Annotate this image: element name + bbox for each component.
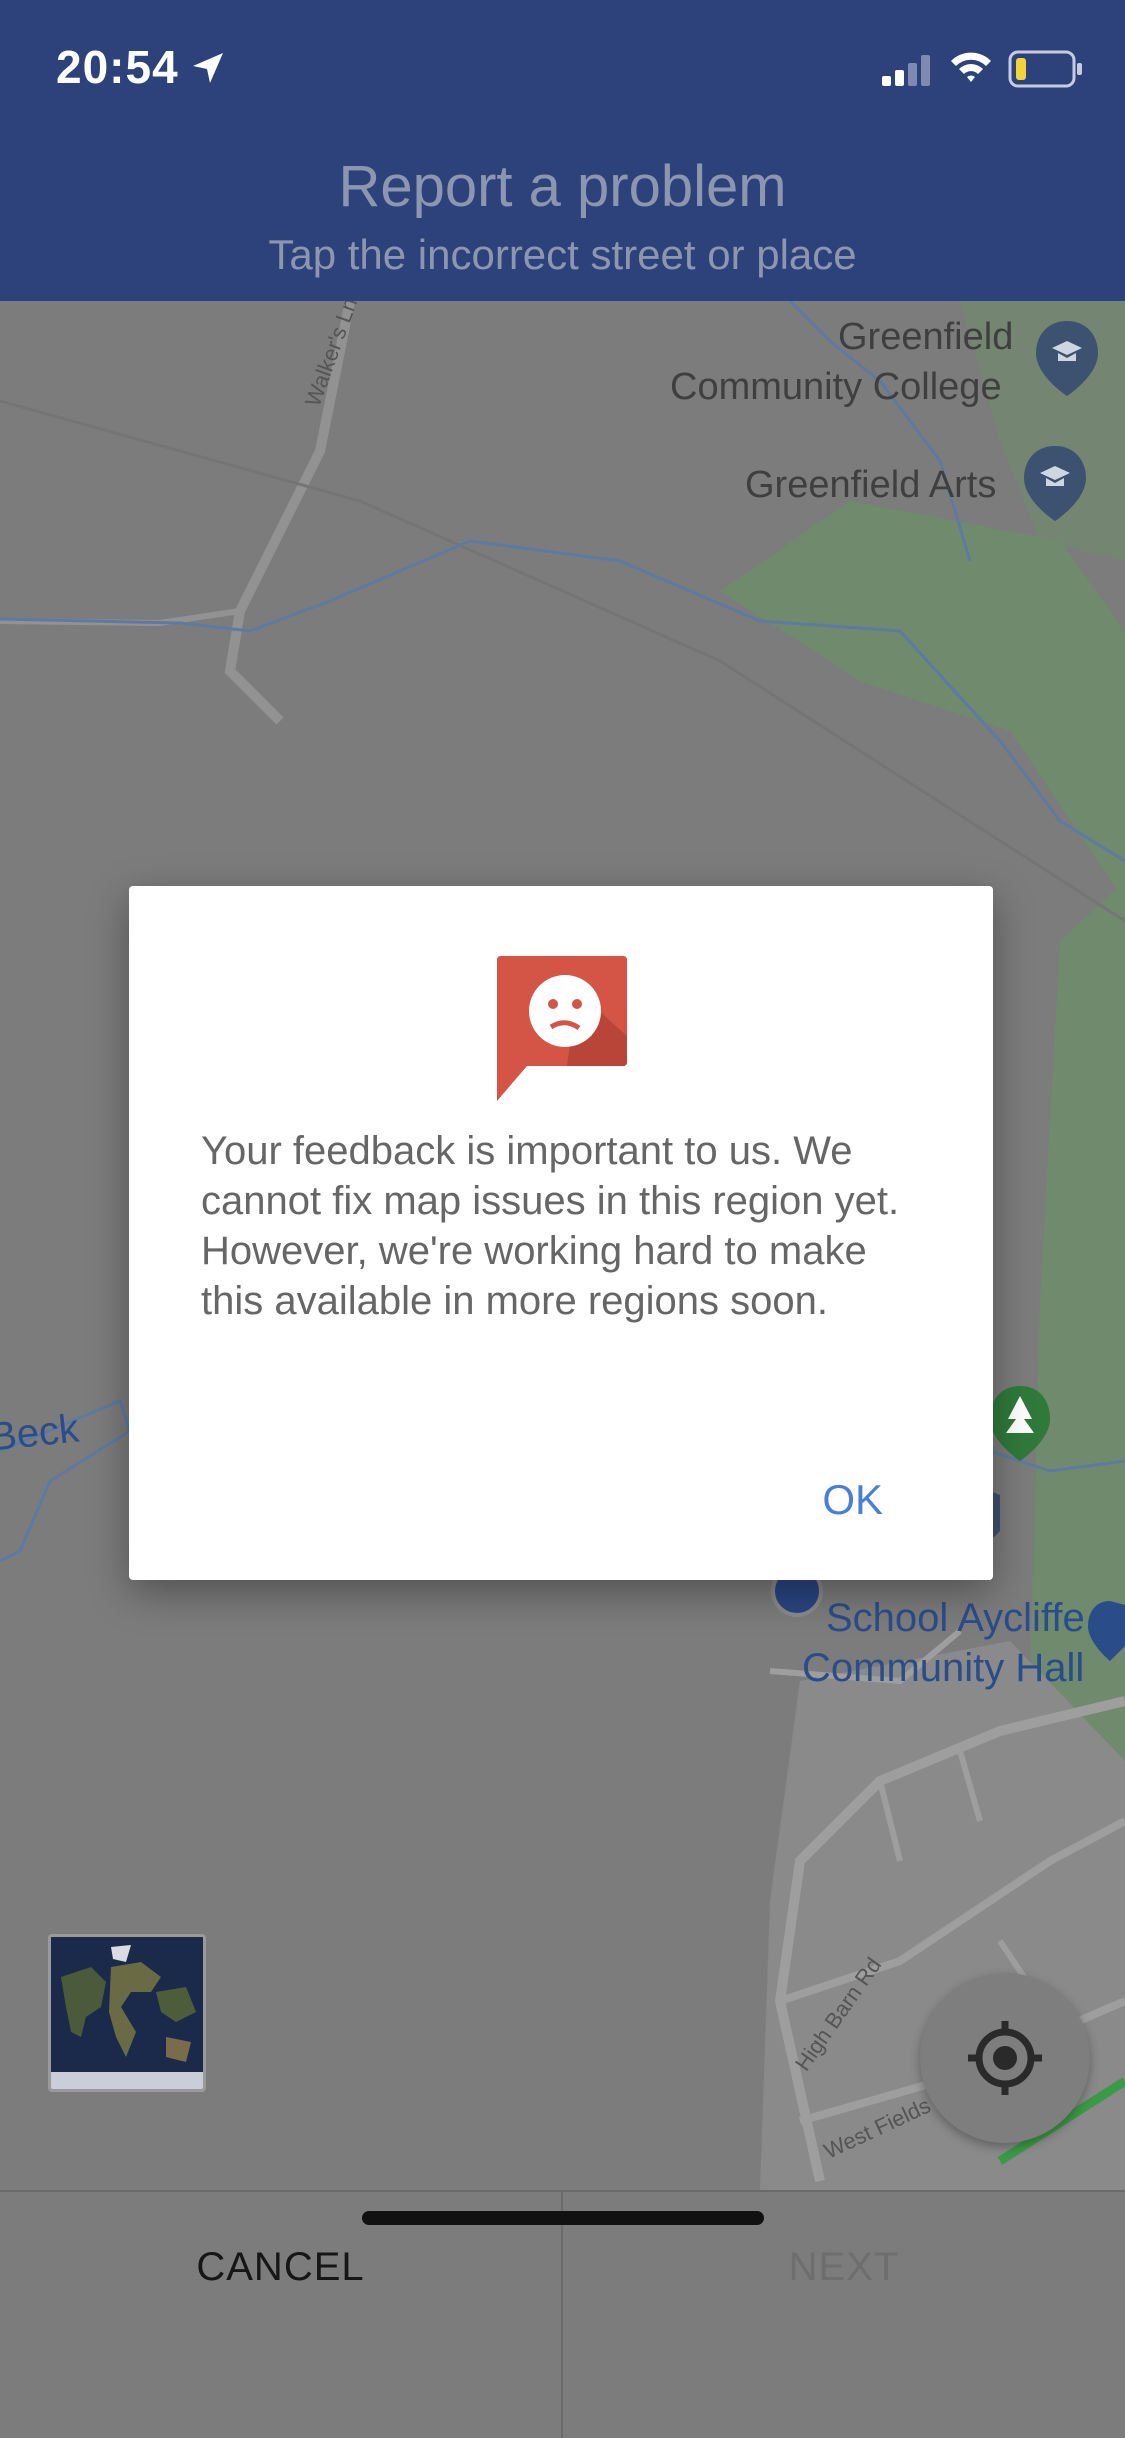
wifi-icon [951,52,991,82]
crosshair-icon [968,2021,1042,2095]
status-bar: 20:54 [0,0,1125,135]
place-label[interactable]: Greenfield Arts [745,464,996,507]
water-label: Beck [0,1406,81,1460]
battery-icon [1008,50,1082,88]
map-layers-button[interactable] [48,1934,206,2092]
location-arrow-icon [193,53,223,83]
place-label[interactable]: Greenfield [838,316,1013,359]
place-label[interactable]: Community Hall [802,1646,1084,1691]
home-indicator[interactable] [362,2211,764,2225]
page-title: Report a problem [338,154,787,219]
place-label[interactable]: School Aycliffe [826,1596,1085,1641]
my-location-button[interactable] [920,1973,1090,2143]
page-subtitle: Tap the incorrect street or place [268,231,857,278]
place-label[interactable]: Community College [670,366,1002,409]
ok-button[interactable]: OK [822,1476,883,1524]
header: Report a problem Tap the incorrect stree… [0,135,1125,301]
sad-feedback-icon [497,956,627,1101]
status-time: 20:54 [56,41,179,93]
signal-icon [882,55,930,86]
satellite-globe-icon [51,1937,203,2089]
feedback-dialog: Your feedback is important to us. We can… [129,886,993,1580]
footer-bar: CANCEL NEXT [0,2190,1125,2438]
dialog-message: Your feedback is important to us. We can… [201,1129,900,1323]
